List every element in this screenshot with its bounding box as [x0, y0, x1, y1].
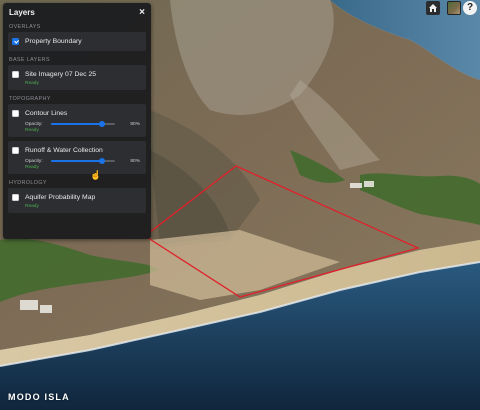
runoff-opacity-label: Opacity:: [25, 158, 43, 164]
layer-card-runoff: Runoff & Water Collection Opacity: 80% R…: [8, 141, 146, 174]
aquifer-checkbox[interactable]: [12, 194, 19, 201]
layer-card-property-boundary: Property Boundary: [8, 32, 146, 51]
contour-opacity-label: Opacity:: [25, 121, 43, 127]
basemap-thumbnail-icon[interactable]: [447, 1, 461, 15]
home-button[interactable]: [426, 1, 440, 15]
runoff-checkbox[interactable]: [12, 147, 19, 154]
section-topography: TOPOGRAPHY: [9, 96, 51, 102]
layers-panel-title: Layers: [9, 8, 35, 17]
runoff-label: Runoff & Water Collection: [25, 147, 103, 154]
site-imagery-label: Site Imagery 07 Dec 25: [25, 71, 97, 78]
layer-card-contour-lines: Contour Lines Opacity: 80% Ready: [8, 104, 146, 137]
contour-lines-status: Ready: [25, 128, 39, 133]
hand-cursor-icon: ☝: [90, 170, 102, 180]
site-imagery-status: Ready: [25, 81, 39, 86]
site-imagery-checkbox[interactable]: [12, 71, 19, 78]
property-boundary-checkbox[interactable]: [12, 38, 19, 45]
aquifer-status: Ready: [25, 204, 39, 209]
contour-lines-label: Contour Lines: [25, 110, 68, 117]
section-hydrology: HYDROLOGY: [9, 180, 47, 186]
close-icon[interactable]: ×: [139, 7, 145, 18]
section-overlays: OVERLAYS: [9, 24, 41, 30]
property-boundary-label: Property Boundary: [25, 38, 82, 45]
layer-card-site-imagery: Site Imagery 07 Dec 25 Ready: [8, 65, 146, 90]
runoff-status: Ready: [25, 165, 39, 170]
runoff-opacity-slider[interactable]: [51, 157, 115, 165]
aquifer-label: Aquifer Probability Map: [25, 194, 96, 201]
contour-opacity-slider[interactable]: [51, 120, 115, 128]
section-base-layers: BASE LAYERS: [9, 57, 50, 63]
runoff-opacity-slider-thumb[interactable]: [99, 158, 106, 164]
home-icon: [429, 4, 437, 12]
help-button[interactable]: ?: [463, 1, 477, 15]
runoff-opacity-value: 80%: [130, 158, 140, 164]
layers-panel-header: Layers ×: [3, 3, 151, 22]
brand-logo: MODO ISLA: [8, 392, 70, 402]
layers-panel: Layers × OVERLAYS Property Boundary BASE…: [3, 3, 151, 239]
contour-opacity-value: 80%: [130, 121, 140, 127]
contour-lines-checkbox[interactable]: [12, 110, 19, 117]
contour-opacity-slider-thumb[interactable]: [99, 121, 106, 127]
layer-card-aquifer: Aquifer Probability Map Ready: [8, 188, 146, 213]
